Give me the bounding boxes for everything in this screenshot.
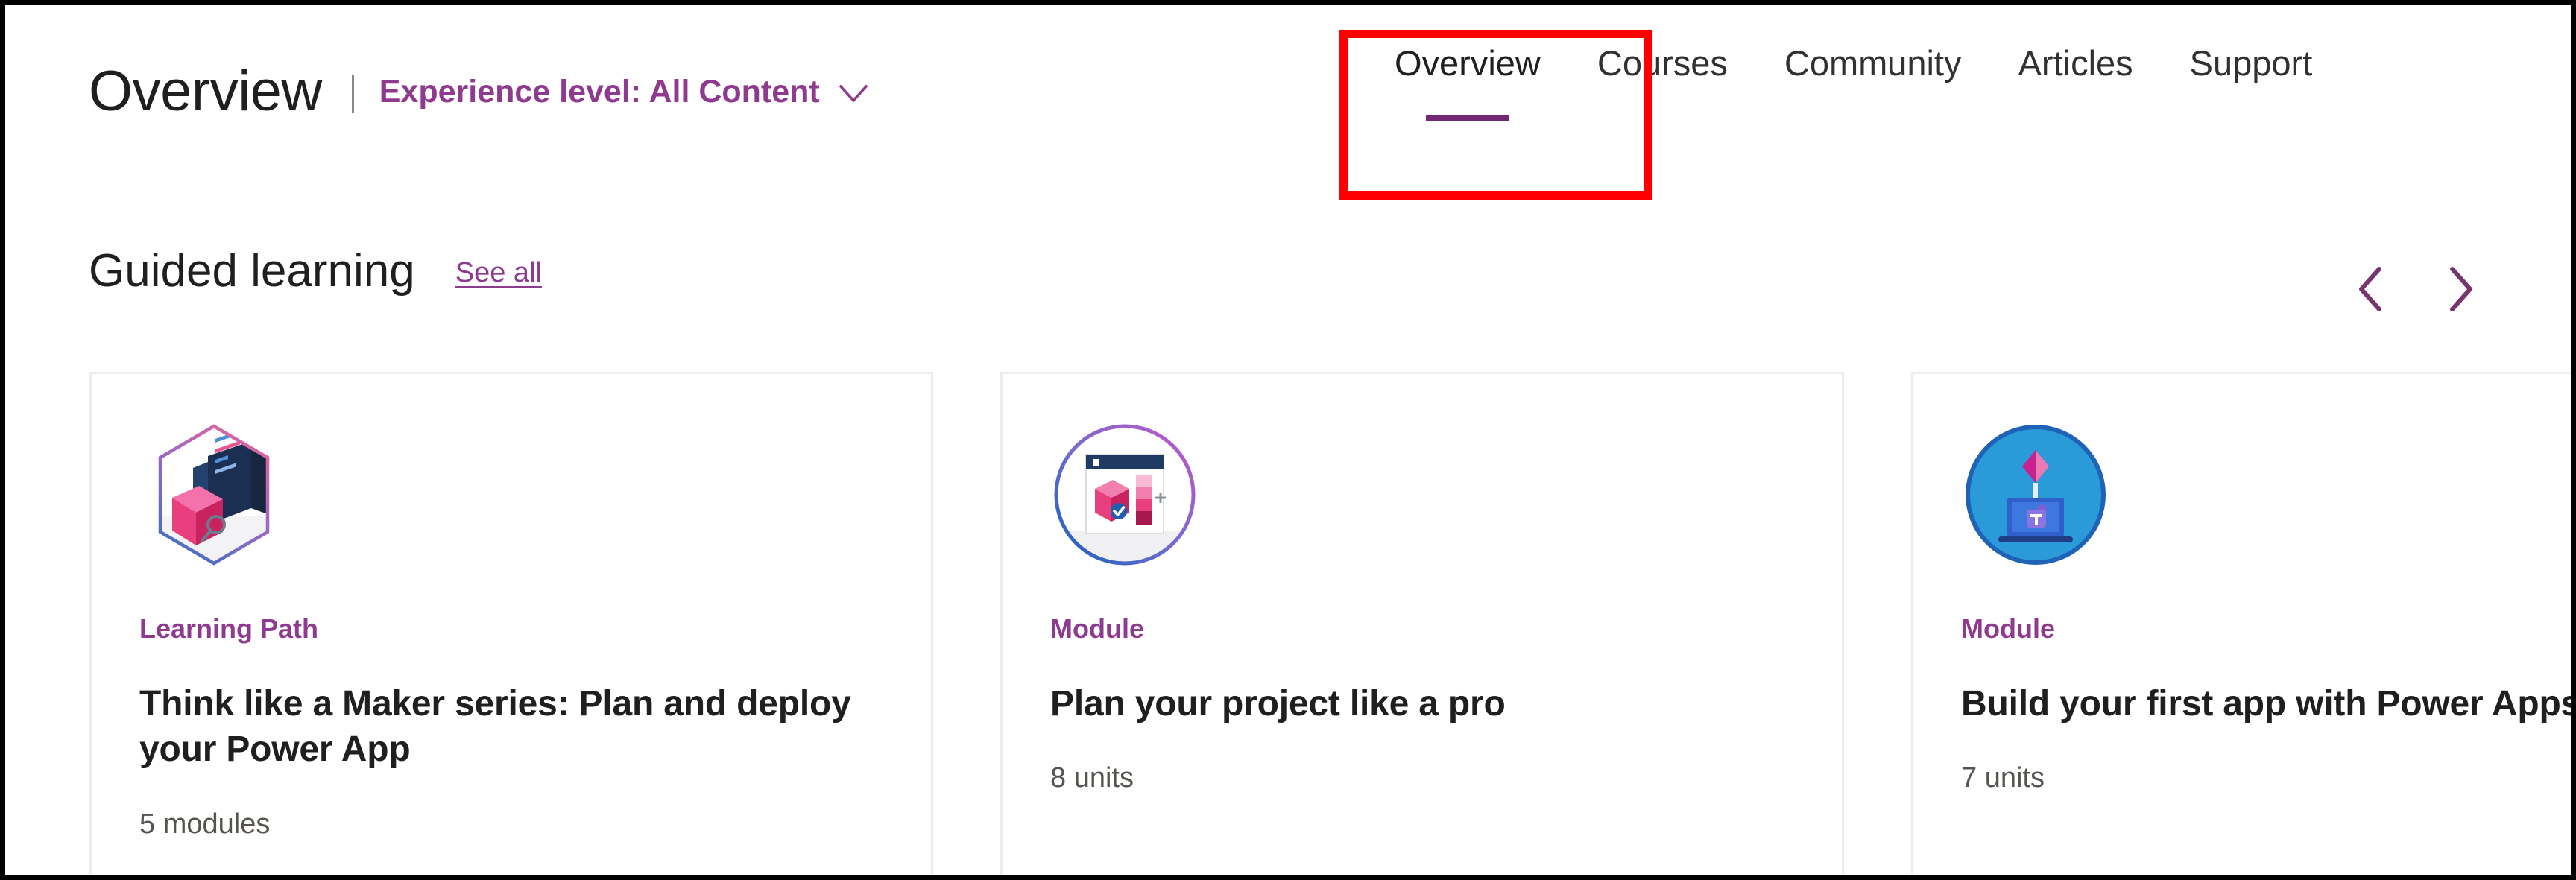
primary-nav-tabs: Overview Courses Community Articles Supp… (1366, 44, 2340, 171)
card-title: Build your first app with Power Apps and… (1961, 684, 2571, 724)
carousel-navigation (2352, 265, 2480, 315)
tab-active-underline (1425, 115, 1509, 121)
card-kind-label: Learning Path (139, 613, 319, 644)
carousel-prev-button[interactable] (2352, 265, 2390, 315)
card-meta: 8 units (1050, 762, 1134, 794)
tab-articles[interactable]: Articles (1990, 44, 2162, 171)
page-title: Overview (89, 60, 322, 123)
screenshot-frame: Overview Experience level: All Content O… (0, 0, 2576, 880)
guided-learning-section-header: Guided learning See all (89, 248, 542, 294)
circle-module-planning-badge-icon (1050, 420, 1199, 569)
tab-support-label: Support (2189, 43, 2313, 83)
learn-overview-page: Overview Experience level: All Content O… (5, 5, 2571, 875)
guided-learning-card-row: Learning Path Think like a Maker series:… (89, 372, 2571, 875)
tab-courses-label: Courses (1597, 43, 1728, 83)
tab-overview-label: Overview (1395, 43, 1541, 83)
see-all-link[interactable]: See all (455, 257, 542, 289)
tab-community[interactable]: Community (1756, 44, 1990, 171)
hexagon-learning-path-badge-icon (139, 420, 288, 569)
card-meta: 5 modules (139, 808, 271, 840)
chevron-left-icon (2356, 266, 2386, 314)
title-divider (351, 75, 354, 113)
title-group: Overview Experience level: All Content (89, 63, 868, 120)
card-module-planning[interactable]: Module Plan your project like a pro 8 un… (1000, 372, 1844, 875)
experience-level-label: Experience level: All Content (379, 73, 820, 110)
experience-level-dropdown[interactable]: Experience level: All Content (379, 73, 868, 110)
card-module-teams[interactable]: Module Build your first app with Power A… (1911, 372, 2571, 875)
chevron-down-icon (839, 84, 868, 104)
card-meta: 7 units (1961, 762, 2045, 794)
circle-module-teams-laptop-badge-icon (1961, 420, 2110, 569)
card-kind-label: Module (1050, 613, 1144, 644)
chevron-right-icon (2446, 266, 2475, 314)
card-title: Think like a Maker series: Plan and depl… (139, 684, 851, 770)
tab-articles-label: Articles (2018, 43, 2133, 83)
tab-support[interactable]: Support (2162, 44, 2341, 171)
card-kind-label: Module (1961, 613, 2055, 644)
tab-courses[interactable]: Courses (1569, 44, 1756, 171)
tab-overview[interactable]: Overview (1366, 44, 1569, 171)
tab-community-label: Community (1784, 43, 1962, 83)
section-title: Guided learning (89, 245, 415, 297)
carousel-next-button[interactable] (2441, 265, 2480, 315)
page-header: Overview Experience level: All Content O… (5, 5, 2571, 203)
card-title: Plan your project like a pro (1050, 684, 1506, 724)
card-learning-path[interactable]: Learning Path Think like a Maker series:… (89, 372, 933, 875)
